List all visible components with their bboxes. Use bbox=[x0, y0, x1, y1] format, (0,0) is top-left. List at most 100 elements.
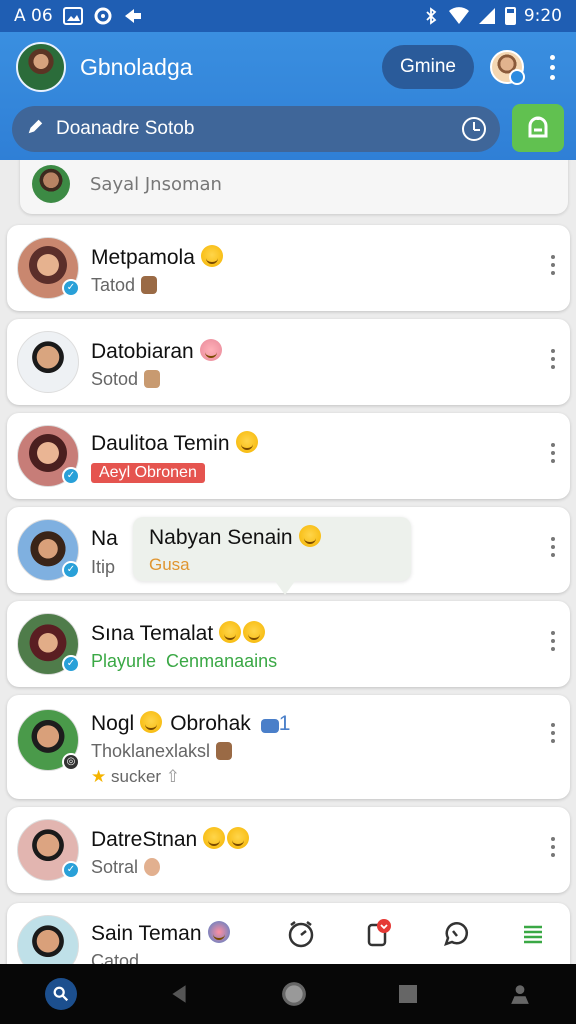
status-bar: A 06 9:20 bbox=[0, 0, 576, 32]
avatar bbox=[32, 165, 70, 203]
smile-emoji-icon bbox=[227, 827, 250, 849]
chat-row[interactable]: Datobiaran Sotod bbox=[7, 319, 570, 405]
sticker-icon bbox=[144, 370, 161, 388]
system-navigation-bar bbox=[0, 964, 576, 1024]
chat-preview: Sotod bbox=[91, 369, 161, 390]
chat-options-icon[interactable] bbox=[550, 537, 556, 557]
emoji-icon bbox=[207, 921, 230, 943]
chat-name: Sain Teman bbox=[91, 921, 230, 946]
sticker-icon bbox=[141, 276, 158, 294]
bluetooth-icon bbox=[421, 7, 441, 25]
heart-badge-icon bbox=[368, 919, 392, 947]
chat-name: Datobiaran bbox=[91, 339, 222, 364]
smile-emoji-icon bbox=[219, 621, 242, 643]
overflow-menu-icon[interactable] bbox=[540, 52, 564, 82]
smile-emoji-icon bbox=[298, 525, 321, 547]
add-contact-button[interactable] bbox=[512, 104, 564, 152]
app-header: Gbnoladga Gmine bbox=[0, 32, 576, 160]
verified-icon: ✓ bbox=[62, 655, 80, 673]
home-icon[interactable] bbox=[281, 981, 307, 1007]
chat-name: DatreStnan bbox=[91, 827, 250, 852]
phone-chat-icon bbox=[443, 921, 468, 946]
list-item-label: Sayal Jnsoman bbox=[90, 173, 222, 195]
chat-list: Sayal Jnsoman ✓ Metpamola Tatod Datobiar… bbox=[0, 160, 576, 964]
chat-row[interactable]: ◎ Nogl Obrohak 1 Thoklanexlaksl ★ sucker ⇧ bbox=[7, 695, 570, 799]
star-icon: ★ bbox=[91, 767, 107, 786]
list-icon bbox=[524, 925, 543, 944]
smile-emoji-icon bbox=[140, 711, 163, 733]
smile-emoji-icon bbox=[243, 621, 266, 643]
upload-icon: ⇧ bbox=[165, 767, 181, 786]
chat-preview: Playurle Cenmanaains bbox=[91, 651, 278, 671]
verified-icon: ✓ bbox=[62, 467, 80, 485]
chat-row[interactable]: ✓ Daulitoa Temin Aeyl Obronen bbox=[7, 413, 570, 499]
chat-name: Daulitoa Temin bbox=[91, 431, 258, 456]
wifi-icon bbox=[448, 7, 469, 25]
verified-icon: ✓ bbox=[62, 561, 80, 579]
avatar bbox=[17, 915, 79, 964]
sticker-icon bbox=[144, 858, 161, 876]
chat-row[interactable]: ✓ Metpamola Tatod bbox=[7, 225, 570, 311]
sync-notification-icon bbox=[93, 7, 113, 25]
list-item[interactable]: Sayal Jnsoman bbox=[20, 160, 568, 214]
account-avatar[interactable] bbox=[490, 50, 525, 85]
signal-icon bbox=[477, 7, 497, 25]
chat-bubble-icon bbox=[260, 719, 279, 733]
chat-options-icon[interactable] bbox=[550, 255, 556, 275]
send-notification-icon bbox=[123, 7, 143, 25]
verified-icon: ✓ bbox=[62, 861, 80, 879]
tab-notifications[interactable] bbox=[358, 914, 398, 954]
chat-options-icon[interactable] bbox=[550, 349, 556, 369]
tab-calls[interactable] bbox=[436, 914, 476, 954]
chat-options-icon[interactable] bbox=[550, 723, 556, 743]
chat-options-icon[interactable] bbox=[550, 631, 556, 651]
chat-name: Sına Temalat bbox=[91, 621, 266, 646]
chat-name: Nogl Obrohak 1 bbox=[91, 711, 291, 735]
status-icon: ◎ bbox=[62, 753, 80, 771]
message-preview-popup[interactable]: Nabyan Senain Gusa bbox=[133, 517, 411, 595]
popup-text: Gusa bbox=[149, 555, 190, 574]
status-left-text: A 06 bbox=[14, 6, 53, 26]
assistant-icon[interactable] bbox=[509, 983, 531, 1005]
chat-preview-secondary: ★ sucker ⇧ bbox=[91, 767, 181, 786]
popup-name: Nabyan Senain bbox=[149, 525, 321, 550]
avatar bbox=[17, 331, 79, 393]
hug-emoji-icon bbox=[199, 339, 222, 361]
chat-row[interactable]: ✓ Sına Temalat Playurle Cenmanaains bbox=[7, 601, 570, 687]
verified-icon: ✓ bbox=[62, 279, 80, 297]
image-notification-icon bbox=[62, 7, 83, 25]
online-status-button[interactable]: Gmine bbox=[382, 45, 474, 89]
chat-options-icon[interactable] bbox=[550, 443, 556, 463]
search-bar[interactable] bbox=[12, 106, 500, 152]
smile-emoji-icon bbox=[203, 827, 226, 849]
pencil-icon bbox=[26, 118, 44, 141]
chat-preview: Sotral bbox=[91, 857, 161, 878]
chat-preview: Catod bbox=[91, 951, 140, 964]
bottom-tab-bar bbox=[262, 906, 572, 962]
timer-icon bbox=[288, 921, 313, 948]
battery-icon bbox=[504, 7, 516, 25]
sticker-icon bbox=[216, 742, 233, 760]
chat-preview: Thoklanexlaksl bbox=[91, 741, 233, 762]
recents-icon[interactable] bbox=[398, 984, 418, 1004]
chat-preview: Aeyl Obronen bbox=[91, 461, 205, 483]
smile-emoji-icon bbox=[235, 431, 258, 453]
add-user-icon bbox=[528, 116, 548, 138]
status-badge: Aeyl Obronen bbox=[91, 463, 205, 483]
chat-row[interactable]: ✓ DatreStnan Sotral bbox=[7, 807, 570, 893]
back-icon[interactable] bbox=[168, 983, 190, 1005]
search-key-icon[interactable] bbox=[45, 978, 78, 1010]
chat-preview: Tatod bbox=[91, 275, 158, 296]
chat-name: Metpamola bbox=[91, 245, 223, 270]
search-input[interactable] bbox=[56, 118, 462, 140]
history-icon[interactable] bbox=[462, 117, 486, 141]
chat-preview: Itip bbox=[91, 557, 116, 577]
app-title: Gbnoladga bbox=[80, 53, 193, 80]
chat-options-icon[interactable] bbox=[550, 837, 556, 857]
tab-list[interactable] bbox=[513, 914, 553, 954]
smile-emoji-icon bbox=[200, 245, 223, 267]
tab-timer[interactable] bbox=[281, 914, 321, 954]
chat-name: Na bbox=[91, 527, 118, 550]
status-time: 9:20 bbox=[523, 6, 562, 26]
profile-avatar[interactable] bbox=[16, 42, 66, 92]
